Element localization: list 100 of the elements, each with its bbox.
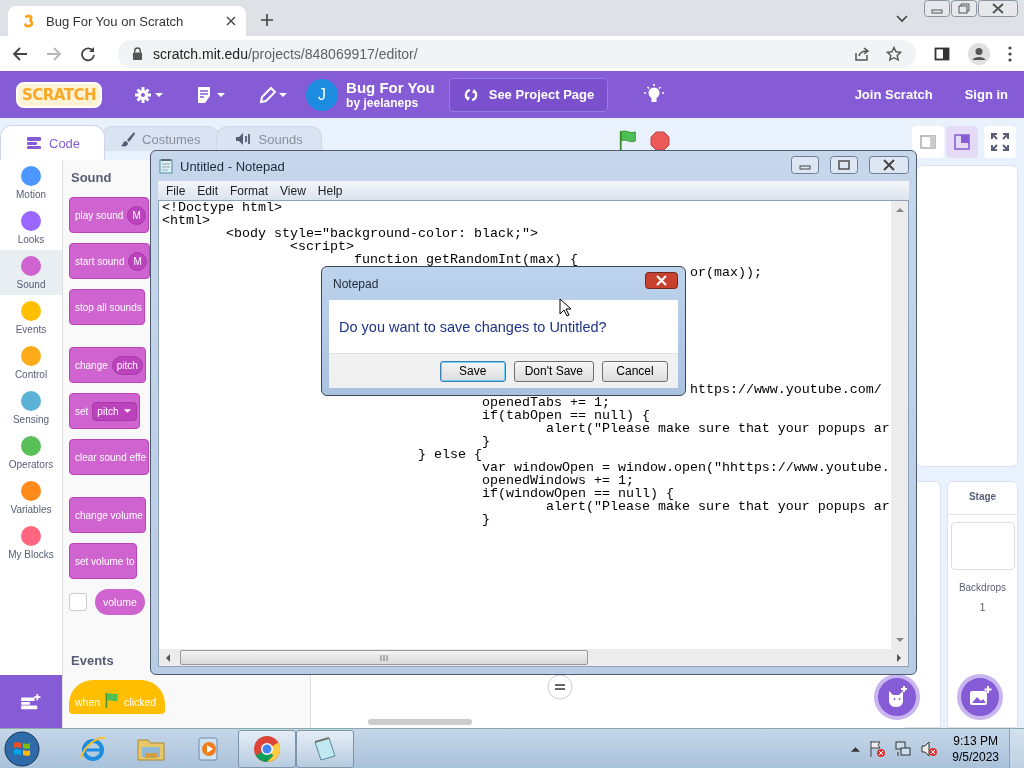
sound-block[interactable]: change pitch — [69, 347, 146, 383]
category-item[interactable]: Sound — [0, 250, 62, 295]
settings-icon[interactable] — [134, 84, 165, 105]
side-panel-icon[interactable] — [934, 45, 950, 62]
code-line: } — [481, 514, 490, 526]
network-icon[interactable] — [894, 739, 913, 758]
clock-time[interactable]: 9:13 PM — [953, 733, 998, 748]
sign-in-link[interactable]: Sign in — [964, 87, 1008, 102]
lock-icon — [132, 47, 143, 60]
reset-zoom-icon[interactable] — [547, 674, 573, 700]
taskbar-app[interactable] — [238, 729, 296, 768]
code-line: function getRandomInt(max) { — [353, 254, 578, 266]
stop-icon[interactable] — [649, 131, 670, 151]
chrome-icon — [252, 733, 282, 764]
close-icon[interactable] — [978, 0, 1018, 17]
grip-icon — [380, 654, 388, 661]
category-item[interactable]: Variables — [0, 475, 62, 520]
monitor-checkbox[interactable] — [69, 593, 87, 611]
join-scratch-link[interactable]: Join Scratch — [854, 87, 933, 102]
clock-date[interactable]: 9/5/2023 — [952, 749, 999, 764]
project-title: Bug For You — [346, 79, 435, 96]
scroll-up-icon[interactable] — [895, 207, 904, 212]
show-hidden-icons-icon[interactable] — [851, 745, 861, 752]
close-icon[interactable] — [645, 272, 678, 289]
action-center-flag-icon[interactable] — [868, 739, 887, 758]
stage-selector-panel[interactable]: Stage Backdrops 1 — [947, 481, 1018, 728]
restore-icon[interactable] — [951, 0, 977, 17]
address-bar[interactable]: scratch.mit.edu/projects/848069917/editor/ — [118, 39, 916, 68]
horizontal-scrollbar[interactable] — [159, 649, 908, 666]
category-item[interactable]: Events — [0, 295, 62, 340]
reload-icon[interactable] — [80, 45, 96, 62]
category-item[interactable]: Looks — [0, 205, 62, 250]
new-tab-icon[interactable] — [260, 13, 274, 27]
sound-block[interactable]: start sound M — [69, 243, 150, 279]
menu-item[interactable]: Help — [311, 183, 349, 198]
category-item[interactable]: Operators — [0, 430, 62, 475]
share-icon[interactable] — [854, 45, 870, 62]
menu-item[interactable]: View — [274, 183, 312, 198]
minimize-icon[interactable] — [791, 156, 819, 174]
normal-stage-icon[interactable] — [946, 125, 978, 158]
backdrops-label: Backdrops — [958, 582, 1007, 593]
user-avatar[interactable]: J — [306, 78, 339, 111]
vertical-scrollbar[interactable] — [891, 201, 908, 649]
window-title: Untitled - Notepad — [180, 158, 285, 174]
dialog-button[interactable]: Save — [439, 360, 506, 382]
menu-icon[interactable] — [1008, 45, 1012, 62]
code-line: alert("Please make sure that your popups ar — [545, 423, 890, 435]
code-line: var windowOpen = window.open("hhttps://www.youtube. — [481, 462, 890, 474]
menu-item[interactable]: Edit — [191, 183, 225, 198]
dialog-button[interactable]: Don't Save — [513, 360, 594, 382]
maximize-icon[interactable] — [830, 156, 858, 174]
scroll-left-icon[interactable] — [165, 653, 170, 662]
close-icon[interactable] — [869, 156, 909, 174]
tab-search-chevron-icon[interactable] — [896, 15, 908, 23]
category-item[interactable]: Control — [0, 340, 62, 385]
sound-block[interactable]: set pitch — [69, 393, 141, 429]
blocks-icon — [25, 136, 43, 150]
code-line: or(max)); — [689, 267, 762, 279]
menu-item[interactable]: File — [160, 183, 192, 198]
file-menu-icon[interactable] — [196, 84, 227, 105]
dialog-message: Do you want to save changes to Untitled? — [339, 318, 607, 335]
stage-label: Stage — [948, 482, 1017, 515]
scroll-right-icon[interactable] — [897, 653, 902, 662]
backdrops-count: 1 — [979, 602, 986, 613]
editor-tab[interactable]: Code — [0, 125, 106, 160]
menu-item[interactable]: Format — [224, 183, 275, 198]
close-tab-icon[interactable] — [226, 16, 236, 26]
start-button-icon[interactable] — [4, 730, 40, 767]
project-author[interactable]: by jeelaneps — [346, 96, 435, 110]
code-line: } — [481, 436, 490, 448]
backdrop-thumbnail — [950, 522, 1015, 570]
volume-muted-icon[interactable] — [920, 739, 939, 758]
notepad-icon — [158, 158, 174, 174]
dialog-button[interactable]: Cancel — [602, 360, 668, 382]
browser-tab[interactable]: Bug For You on Scratch — [8, 6, 246, 36]
sound-block[interactable]: play sound M — [69, 197, 149, 233]
flag-icon[interactable] — [617, 130, 638, 150]
edit-menu-icon[interactable] — [258, 84, 289, 105]
flag-icon — [104, 692, 121, 708]
brush-icon — [120, 131, 137, 147]
dialog-title: Notepad — [333, 276, 379, 291]
code-line: openedTabs += 1; — [481, 397, 610, 409]
code-line: alert("Please make sure that your popups ar — [545, 501, 890, 513]
code-line: if(windowOpen == null) { — [481, 488, 674, 500]
category-item[interactable]: My Blocks — [0, 520, 62, 565]
add-extension-button[interactable] — [0, 675, 62, 728]
scrollbar-thumb[interactable] — [368, 719, 472, 725]
add-extension-icon — [20, 692, 42, 711]
back-icon[interactable] — [12, 45, 28, 62]
fullscreen-icon[interactable] — [984, 125, 1016, 158]
minimize-icon[interactable] — [924, 0, 950, 17]
scroll-down-icon[interactable] — [895, 638, 904, 643]
taskbar-app[interactable] — [296, 729, 354, 768]
category-item[interactable]: Motion — [0, 160, 62, 205]
category-item[interactable]: Sensing — [0, 385, 62, 430]
palette-heading: Events — [71, 653, 114, 668]
star-icon[interactable] — [886, 45, 902, 62]
see-project-page-button[interactable]: See Project Page — [448, 77, 609, 112]
code-line: <body style="background-color: black;"> — [226, 228, 538, 240]
profile-icon[interactable] — [968, 42, 990, 65]
